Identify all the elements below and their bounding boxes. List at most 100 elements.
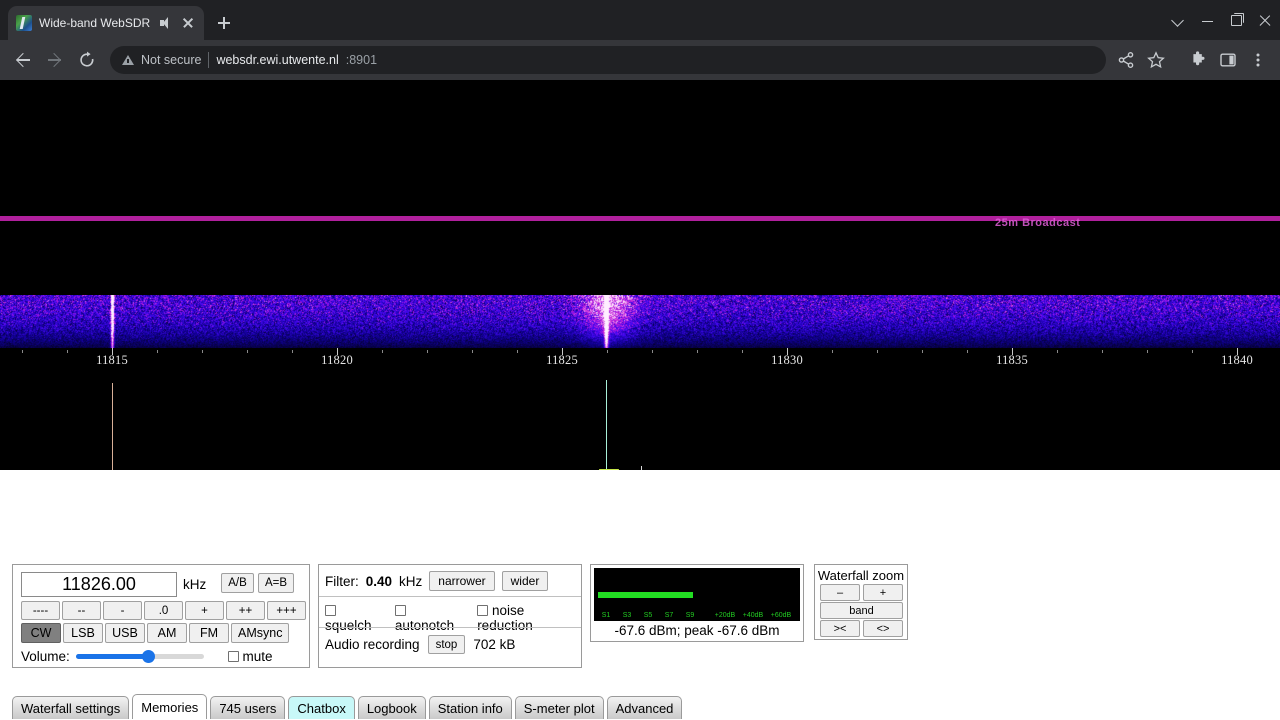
tab-chatbox[interactable]: Chatbox: [288, 696, 355, 719]
zoom-expand-button[interactable]: <>: [863, 620, 903, 637]
mode-button-cw[interactable]: CW: [21, 623, 61, 643]
recording-size: 702 kB: [473, 637, 516, 652]
step-button-zero[interactable]: .0: [144, 601, 183, 620]
tab-logbook[interactable]: Logbook: [357, 696, 426, 719]
stop-recording-button[interactable]: stop: [427, 635, 466, 654]
puzzle-icon[interactable]: [1184, 46, 1212, 74]
star-icon[interactable]: [1142, 46, 1170, 74]
frequency-minor-tick: [292, 350, 293, 353]
tab-station-info[interactable]: Station info: [428, 696, 512, 719]
frequency-minor-tick: [427, 350, 428, 353]
step-button-minus3[interactable]: ----: [21, 601, 60, 620]
audio-recording-label: Audio recording: [325, 637, 420, 652]
browser-toolbar: Not secure websdr.ewi.utwente.nl :8901: [0, 40, 1280, 80]
panel-divider: [319, 596, 581, 597]
frequency-tick-label: 11820: [321, 353, 353, 367]
dsp-checkbox-row: squelch autonotch noise reduction: [325, 603, 581, 633]
url-port-text: :8901: [345, 53, 378, 67]
security-status-text: Not secure: [141, 53, 202, 67]
frequency-step-buttons: ---- -- - .0 + ++ +++: [21, 601, 306, 620]
zoom-out-button[interactable]: –: [820, 584, 860, 601]
frequency-minor-tick: [382, 350, 383, 353]
waterfall-zoom-panel: Waterfall zoom – + band >< <>: [814, 564, 908, 640]
audio-recording-row: Audio recording stop 702 kB: [325, 635, 515, 654]
s-meter-graph: S1 S3 S5 S7 S9 +20dB +40dB +60dB: [594, 568, 800, 621]
three-dot-menu-icon[interactable]: [1244, 46, 1272, 74]
frequency-panel: 11826.00 kHz A/B A=B ---- -- - .0 + ++ +…: [12, 564, 310, 668]
step-button-plus2[interactable]: ++: [226, 601, 265, 620]
mute-checkbox[interactable]: [227, 651, 239, 662]
filter-row: Filter: 0.40 kHz narrower wider: [325, 571, 549, 591]
zoom-row-3: >< <>: [820, 620, 903, 637]
tab-advanced[interactable]: Advanced: [606, 696, 683, 719]
mode-button-lsb[interactable]: LSB: [63, 623, 103, 643]
forward-arrow-icon[interactable]: [40, 45, 70, 75]
frequency-tick-label: 11825: [546, 353, 578, 367]
autonotch-checkbox[interactable]: [394, 605, 406, 616]
step-button-plus3[interactable]: +++: [267, 601, 306, 620]
s-meter-scale-label: S9: [685, 612, 695, 619]
mode-button-usb[interactable]: USB: [105, 623, 145, 643]
side-panel-icon[interactable]: [1214, 46, 1242, 74]
minimize-icon[interactable]: [1193, 5, 1222, 35]
noise-reduction-checkbox[interactable]: [477, 605, 489, 616]
mode-button-fm[interactable]: FM: [189, 623, 229, 643]
tab-s-meter-plot[interactable]: S-meter plot: [514, 696, 604, 719]
frequency-minor-tick: [652, 350, 653, 353]
ab-button[interactable]: A/B: [221, 573, 254, 593]
close-icon[interactable]: [1251, 5, 1280, 35]
s-meter-scale-label: S1: [601, 612, 611, 619]
step-button-minus2[interactable]: --: [62, 601, 101, 620]
browser-tab[interactable]: Wide-band WebSDR in Ensch: [8, 6, 204, 40]
s-meter-scale-label: S7: [664, 612, 674, 619]
websdr-favicon-icon: [16, 15, 32, 31]
speaker-icon[interactable]: [159, 16, 173, 30]
address-bar[interactable]: Not secure websdr.ewi.utwente.nl :8901: [110, 46, 1106, 74]
frequency-input[interactable]: 11826.00: [21, 572, 177, 597]
frequency-tick-label: 11835: [996, 353, 1028, 367]
reload-icon[interactable]: [72, 45, 102, 75]
share-icon[interactable]: [1112, 46, 1140, 74]
url-host-text: websdr.ewi.utwente.nl: [216, 53, 339, 67]
squelch-checkbox[interactable]: [325, 605, 336, 616]
a-equals-b-button[interactable]: A=B: [258, 573, 294, 593]
volume-slider-thumb[interactable]: [142, 650, 156, 663]
browser-chrome: Wide-band WebSDR in Ensch Not secure web…: [0, 0, 1280, 80]
tab-users[interactable]: 745 users: [210, 696, 286, 719]
frequency-minor-tick: [607, 350, 608, 353]
zoom-in-button[interactable]: +: [863, 584, 903, 601]
tab-waterfall-settings[interactable]: Waterfall settings: [12, 696, 130, 719]
zoom-shrink-button[interactable]: ><: [820, 620, 860, 637]
maximize-icon[interactable]: [1222, 5, 1251, 35]
frequency-minor-tick: [1192, 350, 1193, 353]
frequency-minor-tick: [967, 350, 968, 353]
mode-button-am[interactable]: AM: [147, 623, 187, 643]
narrower-button[interactable]: narrower: [429, 571, 495, 591]
wider-button[interactable]: wider: [501, 571, 549, 591]
volume-slider[interactable]: [75, 650, 204, 663]
frequency-minor-tick: [697, 350, 698, 353]
frequency-tick-label: 11840: [1221, 353, 1253, 367]
warning-triangle-icon: [122, 55, 134, 65]
waterfall-display[interactable]: 11815 11820 11825 11830 11835 11840 25m Broad…: [0, 80, 1280, 470]
waterfall-zoom-title: Waterfall zoom: [817, 568, 905, 583]
step-button-minus1[interactable]: -: [103, 601, 142, 620]
zoom-band-button[interactable]: band: [820, 602, 903, 619]
frequency-minor-tick: [247, 350, 248, 353]
filter-value: 0.40: [365, 573, 393, 589]
close-icon[interactable]: [180, 15, 196, 31]
squelch-label: squelch: [325, 618, 372, 633]
frequency-minor-tick: [67, 350, 68, 353]
step-button-plus1[interactable]: +: [185, 601, 224, 620]
tab-memories[interactable]: Memories: [132, 694, 208, 719]
new-tab-button[interactable]: [210, 9, 238, 37]
band-allocation-bar: [0, 216, 1280, 221]
frequency-minor-tick: [922, 350, 923, 353]
s-meter-scale-label: S5: [643, 612, 653, 619]
back-arrow-icon[interactable]: [8, 45, 38, 75]
frequency-minor-tick: [832, 350, 833, 353]
zoom-row-2: band: [820, 602, 903, 619]
waterfall-spectrum-canvas: [0, 295, 1280, 348]
chevron-down-icon[interactable]: [1164, 5, 1193, 35]
mode-button-amsync[interactable]: AMsync: [231, 623, 290, 643]
